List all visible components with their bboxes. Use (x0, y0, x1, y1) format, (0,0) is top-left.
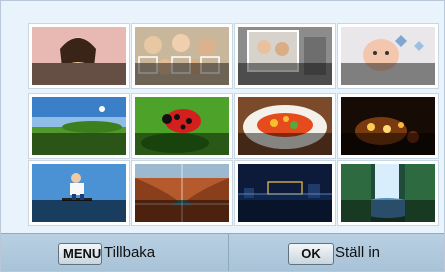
night-skyline-thumb[interactable] (235, 161, 335, 225)
thumb-shade (135, 199, 229, 222)
waterfall-thumb[interactable] (338, 161, 438, 225)
softkey-divider (228, 234, 229, 271)
skateboard-jump-thumb[interactable] (29, 161, 129, 225)
food-plate-thumb[interactable] (235, 94, 335, 158)
portrait-woman-thumb[interactable] (29, 24, 129, 88)
photo-selection-screen: MENU Tillbaka OK Ställ in (0, 0, 445, 272)
family-photo-thumb[interactable] (235, 24, 335, 88)
thumb-shade (341, 62, 435, 85)
baby-thumb[interactable] (338, 24, 438, 88)
back-label: Tillbaka (104, 244, 156, 261)
softkey-bar: MENU Tillbaka OK Ställ in (1, 233, 444, 271)
thumbnail-grid (1, 1, 444, 233)
green-field-landscape-thumb[interactable] (29, 94, 129, 158)
ladybug-thumb[interactable] (132, 94, 232, 158)
thumb-shade (238, 132, 332, 155)
thumb-shade (135, 132, 229, 155)
ok-key[interactable]: OK (288, 243, 334, 265)
thumb-shade (238, 62, 332, 85)
thumb-shade (32, 132, 126, 155)
set-label: Ställ in (335, 244, 381, 261)
thumb-shade (341, 199, 435, 222)
thumb-shade (135, 62, 229, 85)
thumb-shade (32, 199, 126, 222)
canyon-thumb[interactable] (132, 161, 232, 225)
candle-light-thumb[interactable] (338, 94, 438, 158)
group-people-thumb[interactable] (132, 24, 232, 88)
thumb-shade (238, 199, 332, 222)
thumb-shade (341, 132, 435, 155)
thumb-shade (32, 62, 126, 85)
menu-key[interactable]: MENU (58, 243, 102, 265)
